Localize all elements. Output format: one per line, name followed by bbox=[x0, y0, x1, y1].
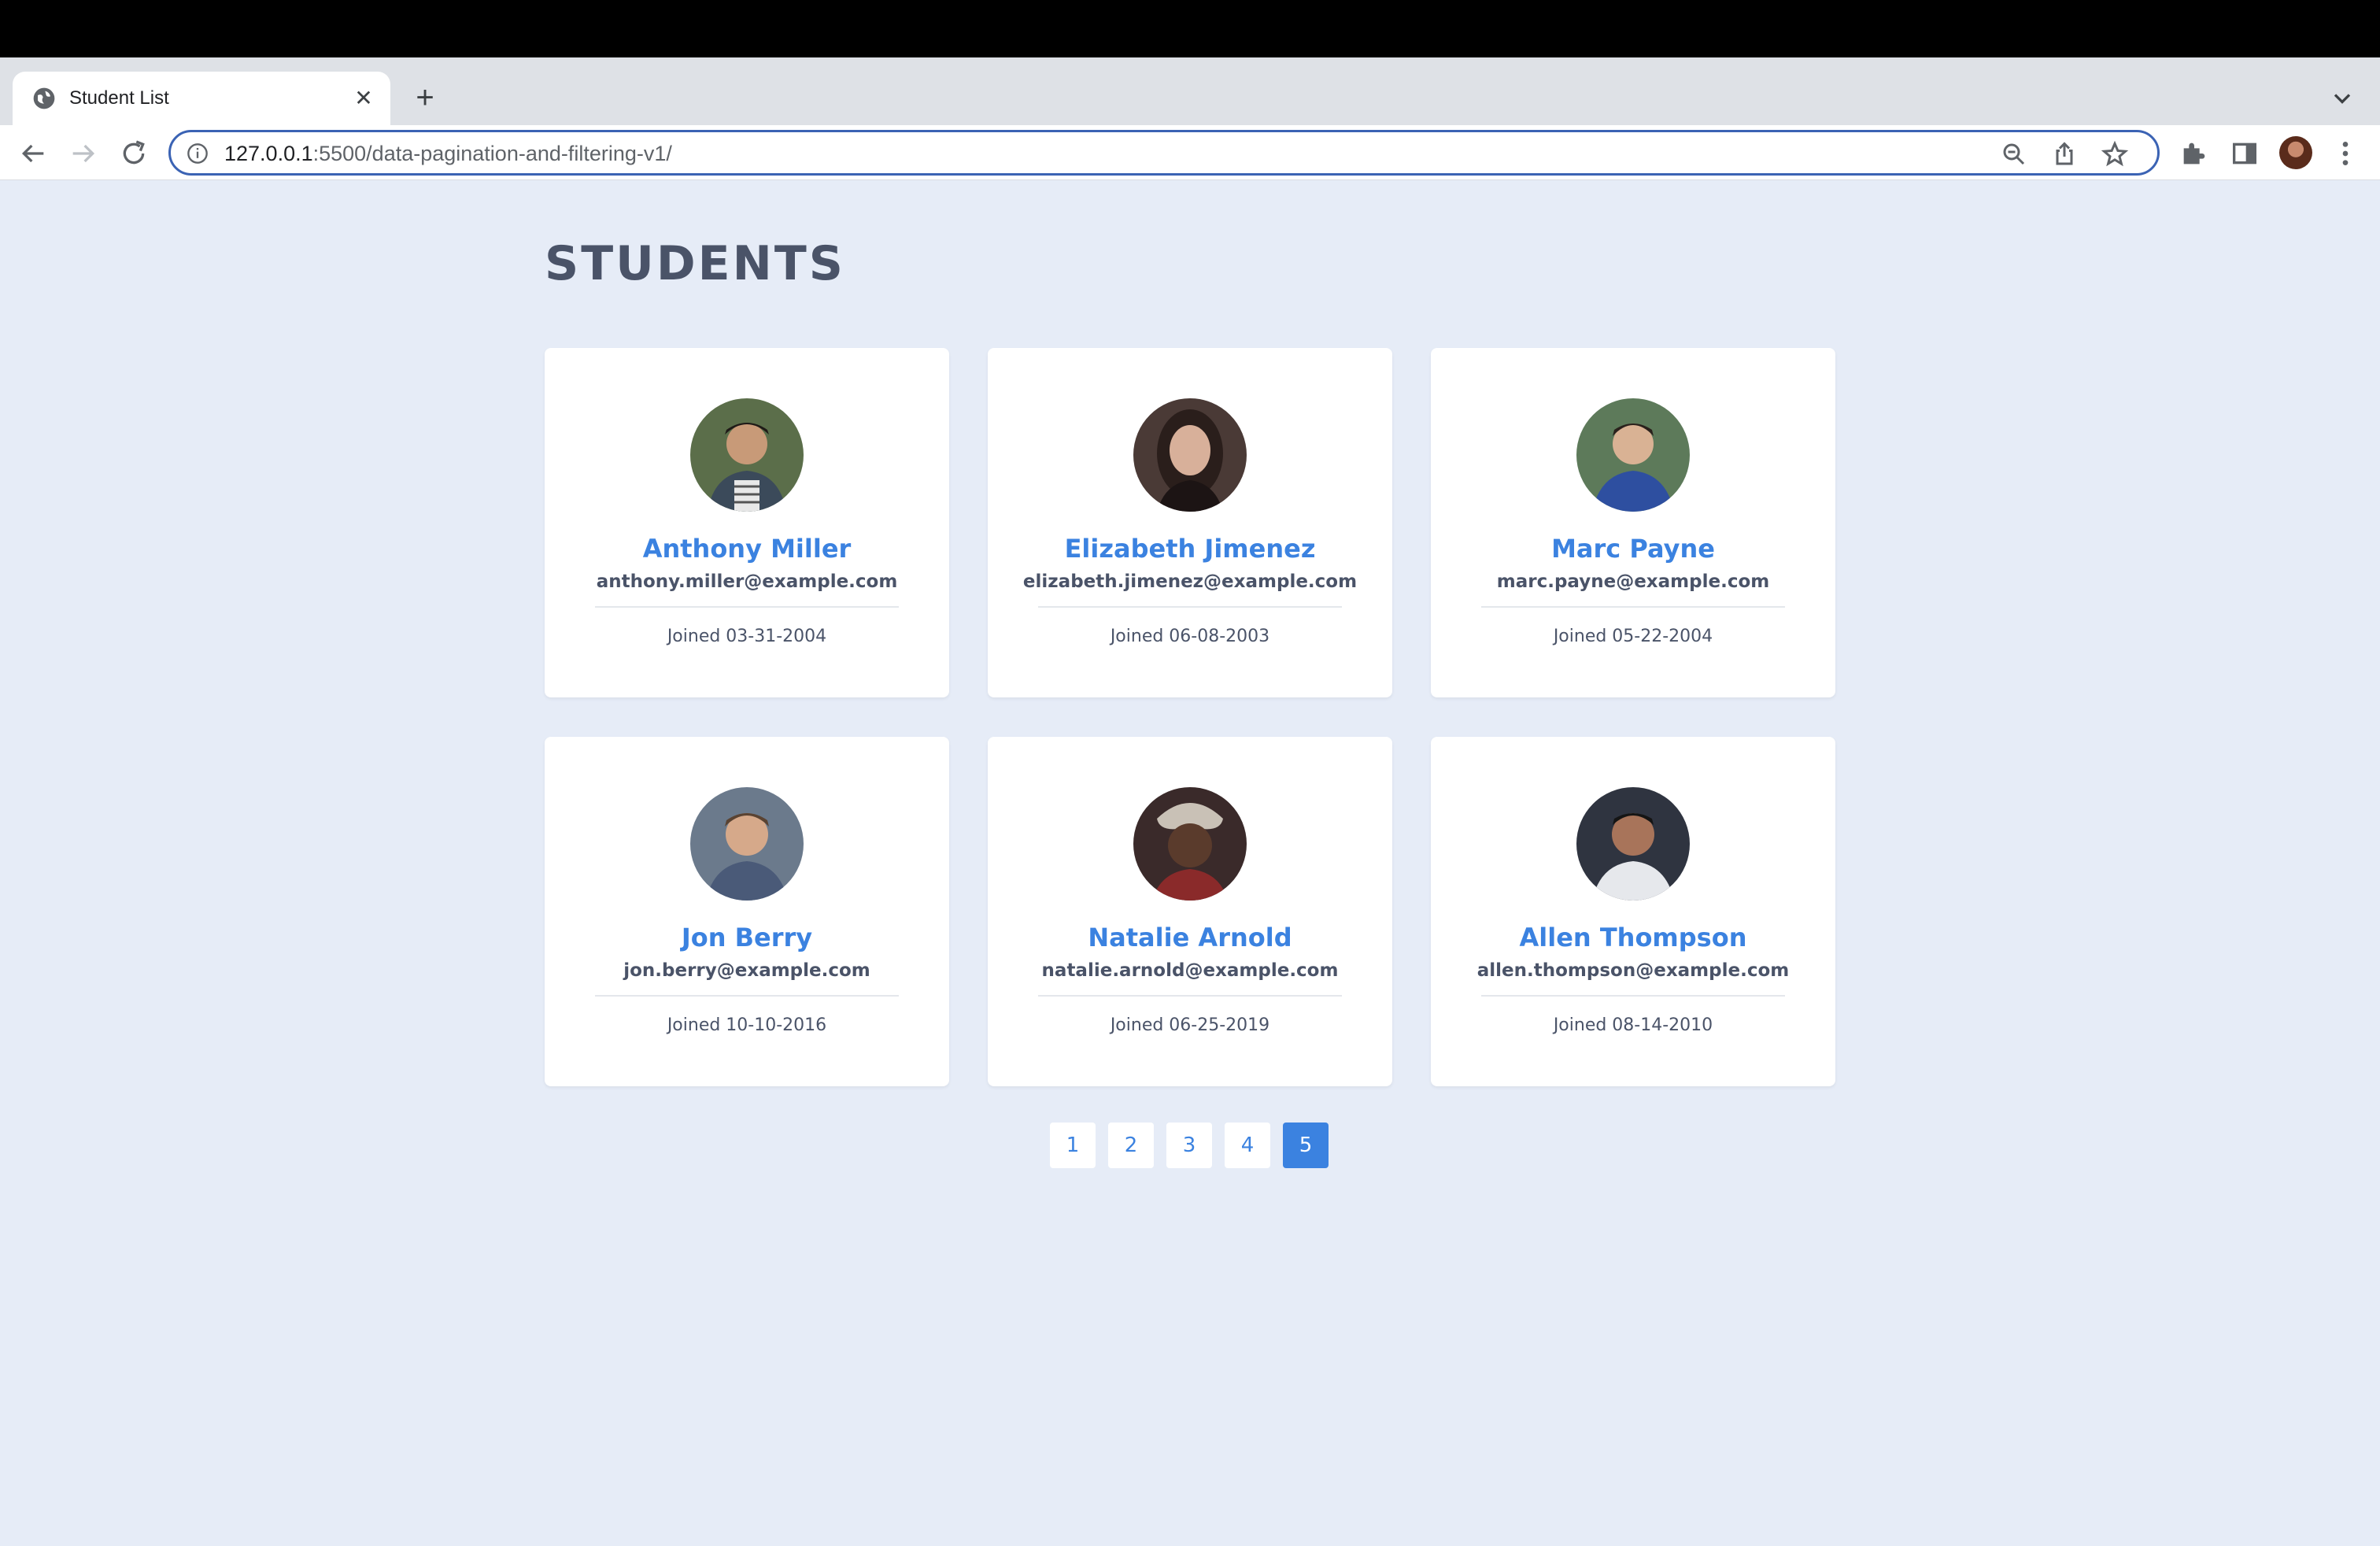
card-divider bbox=[595, 606, 899, 608]
card-divider bbox=[1481, 606, 1785, 608]
macos-menubar bbox=[0, 0, 2380, 57]
student-card: Elizabeth Jimenez elizabeth.jimenez@exam… bbox=[988, 348, 1392, 697]
url-text: 127.0.0.1:5500/data-pagination-and-filte… bbox=[224, 142, 672, 166]
student-name: Marc Payne bbox=[1551, 534, 1715, 564]
student-avatar bbox=[690, 787, 804, 901]
student-avatar bbox=[1576, 398, 1690, 512]
profile-avatar[interactable] bbox=[2279, 136, 2312, 169]
student-email: anthony.miller@example.com bbox=[596, 571, 898, 592]
student-name: Elizabeth Jimenez bbox=[1064, 534, 1316, 564]
new-tab-icon[interactable]: + bbox=[409, 82, 441, 114]
student-joined-date: Joined 05-22-2004 bbox=[1553, 627, 1713, 646]
page-button-5[interactable]: 5 bbox=[1283, 1123, 1329, 1168]
page-button-3[interactable]: 3 bbox=[1166, 1123, 1212, 1168]
info-icon[interactable] bbox=[187, 142, 209, 165]
url-path: :5500/data-pagination-and-filtering-v1/ bbox=[312, 142, 672, 165]
student-joined-date: Joined 06-25-2019 bbox=[1110, 1015, 1270, 1035]
student-email: elizabeth.jimenez@example.com bbox=[1022, 571, 1358, 592]
tab-strip: Student List ✕ + bbox=[0, 57, 2380, 125]
url-host: 127.0.0.1 bbox=[224, 142, 313, 165]
close-icon[interactable]: ✕ bbox=[351, 86, 376, 111]
student-joined-date: Joined 08-14-2010 bbox=[1553, 1015, 1713, 1035]
chevron-down-icon[interactable] bbox=[2328, 84, 2356, 113]
globe-icon bbox=[33, 87, 55, 109]
more-menu-icon[interactable] bbox=[2330, 138, 2361, 169]
page-button-4[interactable]: 4 bbox=[1225, 1123, 1270, 1168]
browser-toolbar: 127.0.0.1:5500/data-pagination-and-filte… bbox=[0, 125, 2380, 180]
page-button-1[interactable]: 1 bbox=[1050, 1123, 1096, 1168]
student-name: Allen Thompson bbox=[1519, 923, 1747, 952]
side-panel-icon[interactable] bbox=[2229, 138, 2260, 169]
omnibox-actions bbox=[2000, 140, 2142, 168]
student-email: natalie.arnold@example.com bbox=[1041, 960, 1339, 981]
share-icon[interactable] bbox=[2050, 140, 2079, 168]
student-card: Allen Thompson allen.thompson@example.co… bbox=[1431, 737, 1835, 1086]
student-avatar bbox=[1576, 787, 1690, 901]
address-bar[interactable]: 127.0.0.1:5500/data-pagination-and-filte… bbox=[168, 130, 2160, 176]
student-email: allen.thompson@example.com bbox=[1476, 960, 1790, 981]
reload-icon[interactable] bbox=[118, 138, 150, 169]
zoom-icon[interactable] bbox=[2000, 140, 2028, 168]
card-divider bbox=[1038, 995, 1342, 997]
bookmark-star-icon[interactable] bbox=[2101, 140, 2129, 168]
student-name: Anthony Miller bbox=[642, 534, 852, 564]
card-divider bbox=[1481, 995, 1785, 997]
student-name: Natalie Arnold bbox=[1088, 923, 1292, 952]
student-card: Anthony Miller anthony.miller@example.co… bbox=[545, 348, 949, 697]
student-avatar bbox=[1133, 787, 1247, 901]
card-divider bbox=[1038, 606, 1342, 608]
forward-icon[interactable] bbox=[68, 138, 99, 169]
student-card: Marc Payne marc.payne@example.com Joined… bbox=[1431, 348, 1835, 697]
student-avatar bbox=[1133, 398, 1247, 512]
extensions-puzzle-icon[interactable] bbox=[2179, 138, 2210, 169]
page-title: STUDENTS bbox=[545, 236, 846, 291]
page-button-2[interactable]: 2 bbox=[1108, 1123, 1154, 1168]
student-name: Jon Berry bbox=[681, 923, 813, 952]
back-icon[interactable] bbox=[17, 138, 49, 169]
card-divider bbox=[595, 995, 899, 997]
student-email: jon.berry@example.com bbox=[623, 960, 870, 981]
tab-title: Student List bbox=[69, 87, 169, 109]
student-joined-date: Joined 03-31-2004 bbox=[667, 627, 827, 646]
student-card: Natalie Arnold natalie.arnold@example.co… bbox=[988, 737, 1392, 1086]
student-joined-date: Joined 10-10-2016 bbox=[667, 1015, 827, 1035]
student-card: Jon Berry jon.berry@example.com Joined 1… bbox=[545, 737, 949, 1086]
tab-student-list[interactable]: Student List ✕ bbox=[13, 72, 390, 125]
student-joined-date: Joined 06-08-2003 bbox=[1110, 627, 1270, 646]
student-avatar bbox=[690, 398, 804, 512]
student-email: marc.payne@example.com bbox=[1496, 571, 1770, 592]
